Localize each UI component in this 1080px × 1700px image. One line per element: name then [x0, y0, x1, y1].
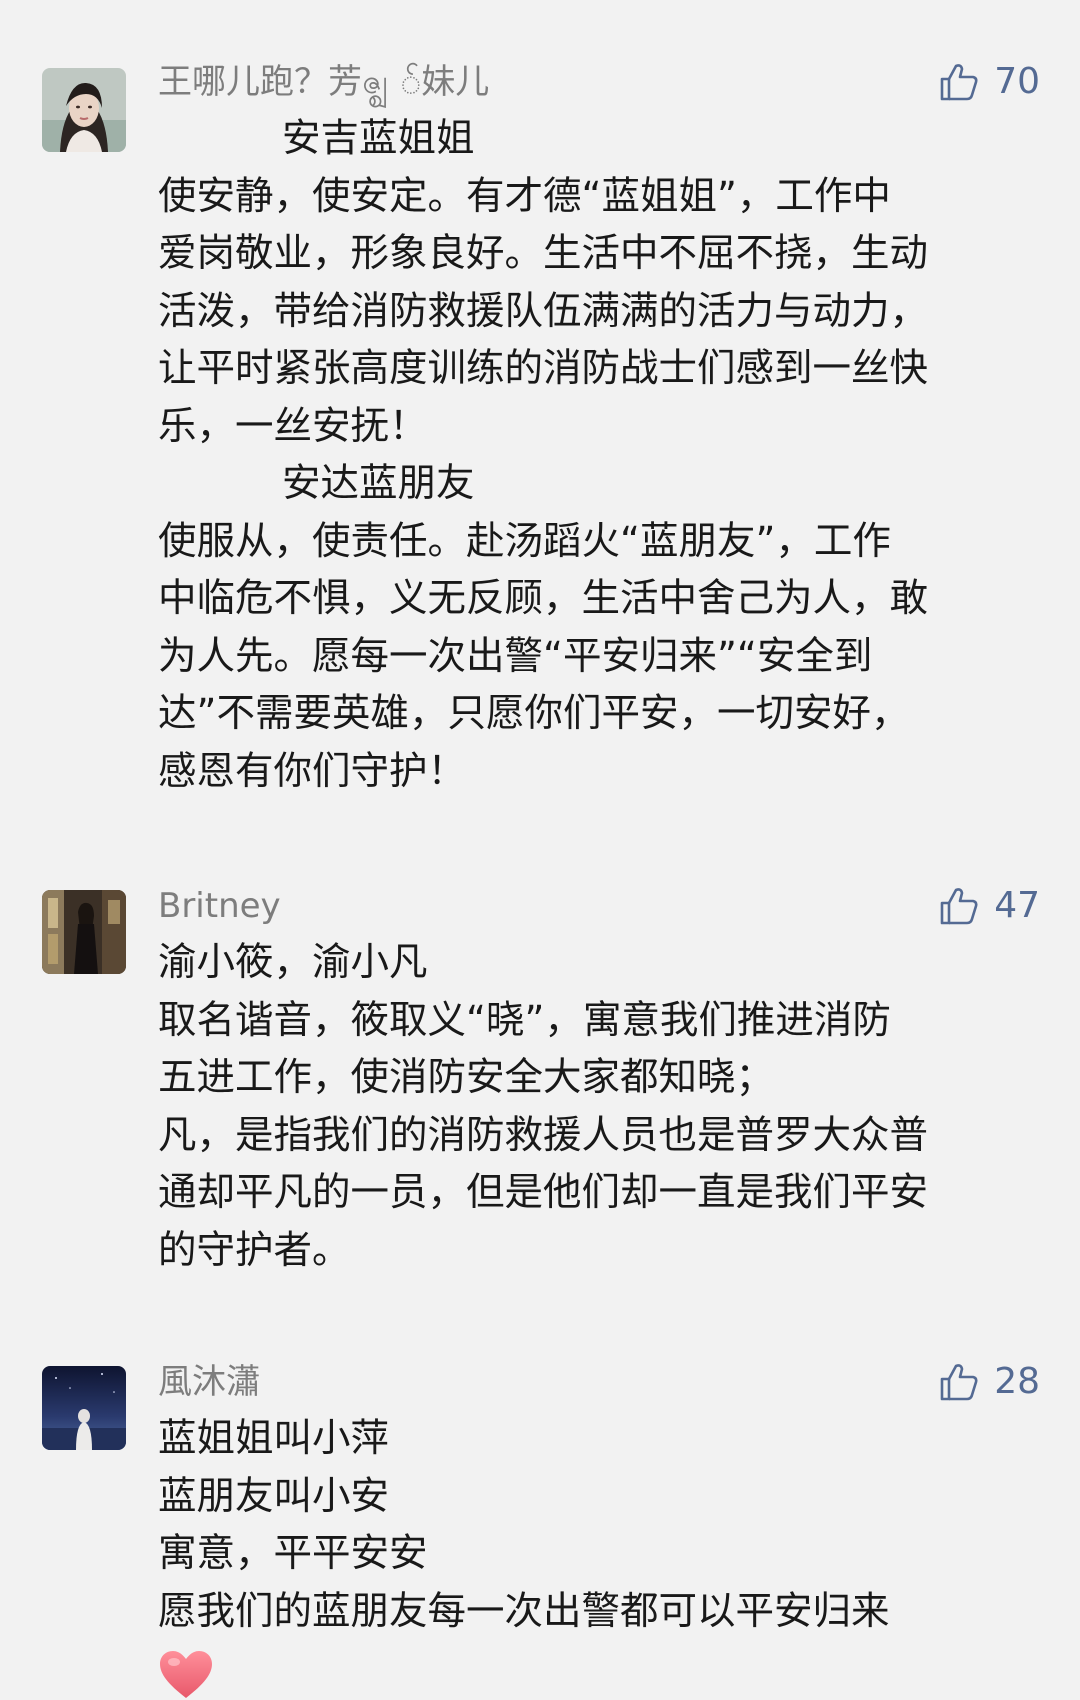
- like-count: 70: [994, 61, 1040, 102]
- comment-line: 五进工作，使消防安全大家都知晓；: [158, 1055, 775, 1100]
- comment-line: 通却平凡的一员，但是他们却一直是我们平安: [158, 1170, 929, 1215]
- user-avatar[interactable]: [42, 890, 126, 974]
- comment-text: 安吉蓝姐姐 使安静，使安定。有才德“蓝姐姐”，工作中 爱岗敬业，形象良好。生活中…: [158, 110, 1038, 800]
- comment-line: 达”不需要英雄，只愿你们平安，一切安好，: [158, 691, 910, 736]
- thumbs-up-icon: [940, 64, 978, 101]
- comment-text: 蓝姐姐叫小萍 蓝朋友叫小安 寓意，平平安安 愿我们的蓝朋友每一次出警都可以平安归…: [158, 1410, 1038, 1640]
- user-avatar[interactable]: [42, 1366, 126, 1450]
- comment-line: 蓝姐姐叫小萍: [158, 1416, 390, 1461]
- comment-line: 爱岗敬业，形象良好。生活中不屈不挠，生动: [158, 231, 929, 276]
- comment-text: 渝小筱，渝小凡 取名谐音，筱取义“晓”，寓意我们推进消防 五进工作，使消防安全大…: [158, 934, 1038, 1279]
- comment-line: 的守护者。: [158, 1227, 351, 1273]
- avatar-girl-portrait-icon: [42, 68, 126, 152]
- like-count: 28: [994, 1361, 1040, 1402]
- comment-line: 寓意，平平安安: [158, 1531, 428, 1576]
- comment-list: 王哪儿跑？芳ဇ္ဈ ်妹儿 70 安吉蓝姐姐 使安静，使安定。有才德“蓝姐姐”，…: [0, 0, 1080, 1698]
- comment-line: 乐，一丝安抚！: [158, 403, 428, 449]
- comment-line: 渝小筱，渝小凡: [158, 940, 428, 985]
- heart-icon: [160, 1651, 212, 1698]
- like-button[interactable]: 70: [938, 60, 1040, 104]
- comment-nickname: 王哪儿跑？芳ဇ္ဈ ်妹儿: [158, 62, 490, 102]
- comment-line: 蓝朋友叫小安: [158, 1473, 390, 1519]
- comment-line: 中临危不惧，义无反顾，生活中舍己为人，敢: [158, 576, 929, 621]
- like-button[interactable]: 28: [938, 1360, 1040, 1404]
- like-button[interactable]: 47: [938, 884, 1040, 928]
- comment-line: 为人先。愿每一次出警“平安归来”“安全到: [158, 633, 873, 679]
- like-count: 47: [994, 885, 1040, 926]
- comment-line: 愿我们的蓝朋友每一次出警都可以平安归来: [158, 1588, 890, 1634]
- comment-line: 感恩有你们守护！: [158, 748, 467, 794]
- comment-line: 让平时紧张高度训练的消防战士们感到一丝快: [158, 346, 929, 391]
- comment-nickname: Britney: [158, 886, 281, 926]
- comment-line: 安吉蓝姐姐: [282, 116, 475, 161]
- comment-line: 使服从，使责任。赴汤蹈火“蓝朋友”，工作: [158, 518, 891, 564]
- avatar-night-sky-figure-icon: [42, 1366, 126, 1450]
- thumbs-up-icon: [940, 1364, 978, 1401]
- comment-line: 使安静，使安定。有才德“蓝姐姐”，工作中: [158, 173, 891, 219]
- comment-line: 安达蓝朋友: [282, 461, 475, 506]
- thumbs-up-icon: [940, 888, 978, 925]
- user-avatar[interactable]: [42, 68, 126, 152]
- comment-nickname: 風沐瀟: [158, 1362, 260, 1402]
- comment-line: 凡，是指我们的消防救援人员也是普罗大众普: [158, 1112, 929, 1158]
- comment-line: 活泼，带给消防救援队伍满满的活力与动力，: [158, 288, 929, 334]
- avatar-woman-dark-room-icon: [42, 890, 126, 974]
- comment-line: 取名谐音，筱取义“晓”，寓意我们推进消防: [158, 997, 891, 1043]
